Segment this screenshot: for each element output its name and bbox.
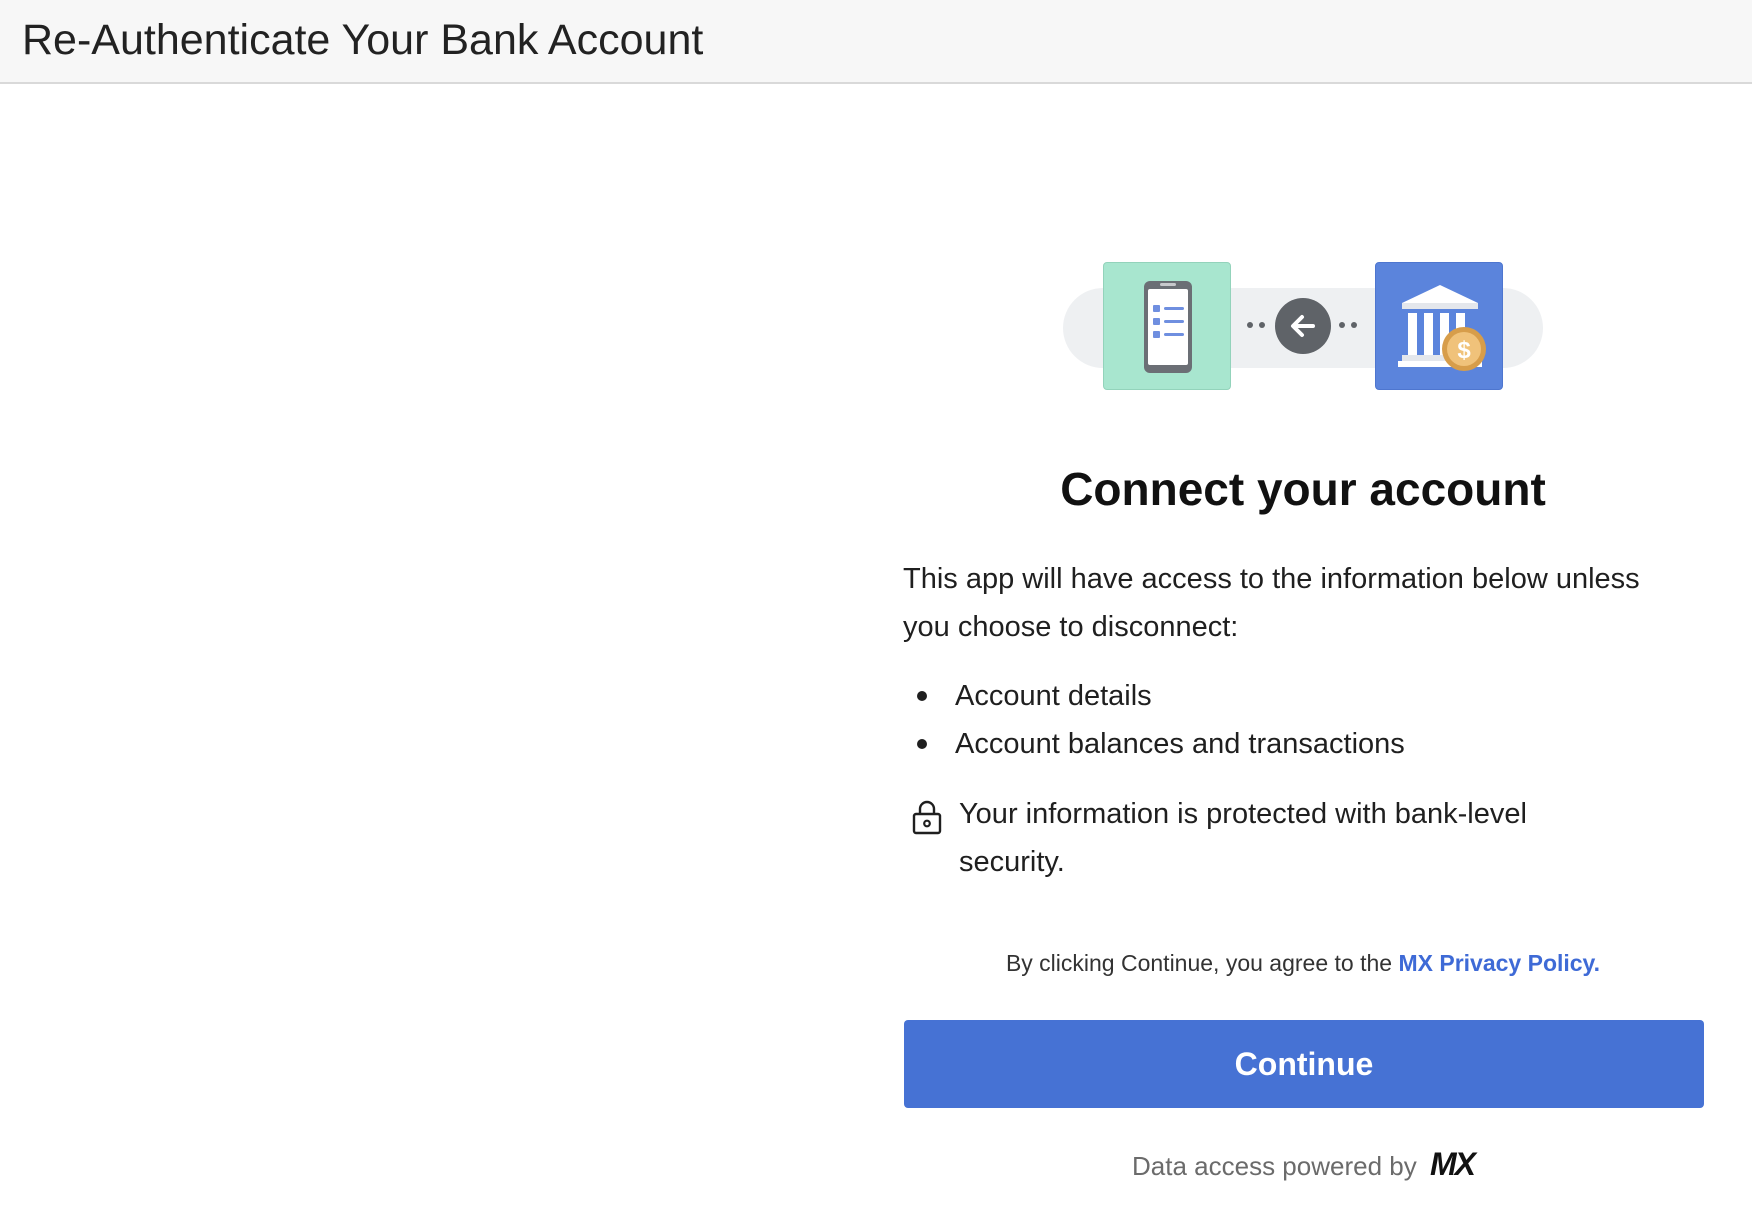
- list-item: Account balances and transactions: [903, 720, 1643, 768]
- connection-illustration: $: [1063, 262, 1543, 392]
- lock-icon: [912, 800, 942, 835]
- arrow-left-icon: [1275, 298, 1331, 354]
- connection-dots-left: [1247, 322, 1265, 328]
- privacy-policy-link[interactable]: MX Privacy Policy.: [1398, 950, 1600, 976]
- access-description: This app will have access to the informa…: [903, 563, 1640, 643]
- access-list: Account details Account balances and tra…: [903, 672, 1643, 768]
- connection-dots-right: [1339, 322, 1357, 328]
- powered-by-text: Data access powered by: [1132, 1151, 1417, 1181]
- consent-text: By clicking Continue, you agree to the M…: [903, 950, 1703, 977]
- page-header: Re-Authenticate Your Bank Account: [0, 0, 1752, 84]
- phone-list-icon: [1103, 262, 1231, 390]
- bullet-icon: [917, 691, 927, 701]
- mx-logo: MX: [1429, 1146, 1476, 1182]
- security-note-text: Your information is protected with bank-…: [959, 798, 1527, 878]
- bank-coin-icon: $: [1375, 262, 1503, 390]
- continue-button[interactable]: Continue: [904, 1020, 1704, 1108]
- list-item: Account details: [903, 672, 1643, 720]
- svg-text:$: $: [1457, 337, 1471, 364]
- connect-title: Connect your account: [1060, 463, 1546, 515]
- access-item-label: Account balances and transactions: [955, 728, 1405, 760]
- bullet-icon: [917, 739, 927, 749]
- access-item-label: Account details: [955, 680, 1152, 712]
- powered-by-footer: Data access powered by MX: [903, 1146, 1703, 1183]
- consent-prefix: By clicking Continue, you agree to the: [1005, 950, 1399, 976]
- page-title: Re-Authenticate Your Bank Account: [22, 16, 704, 64]
